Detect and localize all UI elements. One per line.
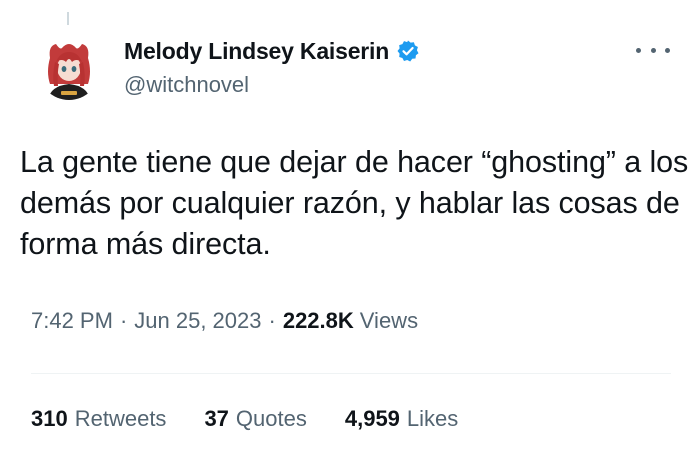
- tweet-meta: 7:42 PM · Jun 25, 2023 · 222.8K Views: [31, 308, 418, 334]
- retweets-label: Retweets: [74, 406, 167, 431]
- tweet-date[interactable]: Jun 25, 2023: [134, 308, 261, 334]
- author-name-row: Melody Lindsey Kaiserin: [124, 32, 420, 70]
- likes-stat[interactable]: 4,959 Likes: [345, 406, 458, 432]
- more-dot: [650, 47, 656, 53]
- tweet-author: Melody Lindsey Kaiserin @witchnovel: [124, 32, 420, 98]
- avatar[interactable]: [38, 38, 100, 100]
- retweets-count: 310: [31, 406, 68, 431]
- thread-connector: [67, 12, 69, 25]
- anime-avatar-icon: [38, 38, 100, 100]
- more-horizontal-icon[interactable]: [636, 40, 670, 60]
- display-name[interactable]: Melody Lindsey Kaiserin: [124, 38, 389, 65]
- divider: [31, 373, 671, 374]
- tweet-time[interactable]: 7:42 PM: [31, 308, 113, 334]
- quotes-label: Quotes: [235, 406, 307, 431]
- likes-label: Likes: [406, 406, 459, 431]
- meta-separator: ·: [119, 308, 128, 333]
- retweets-stat[interactable]: 310 Retweets: [31, 406, 166, 432]
- likes-count: 4,959: [344, 406, 400, 431]
- quotes-count: 37: [204, 406, 229, 431]
- quotes-stat[interactable]: 37 Quotes: [204, 406, 306, 432]
- meta-separator: ·: [268, 308, 276, 333]
- tweet-stats: 310 Retweets 37 Quotes 4,959 Likes: [31, 406, 496, 432]
- more-dot: [636, 47, 641, 53]
- views-count: 222.8K: [282, 308, 354, 333]
- more-dot: [665, 47, 670, 53]
- author-handle[interactable]: @witchnovel: [124, 72, 420, 98]
- views-label: Views: [359, 308, 419, 333]
- tweet-text: La gente tiene que dejar de hacer “ghost…: [20, 145, 689, 261]
- verified-badge-icon[interactable]: [396, 39, 420, 63]
